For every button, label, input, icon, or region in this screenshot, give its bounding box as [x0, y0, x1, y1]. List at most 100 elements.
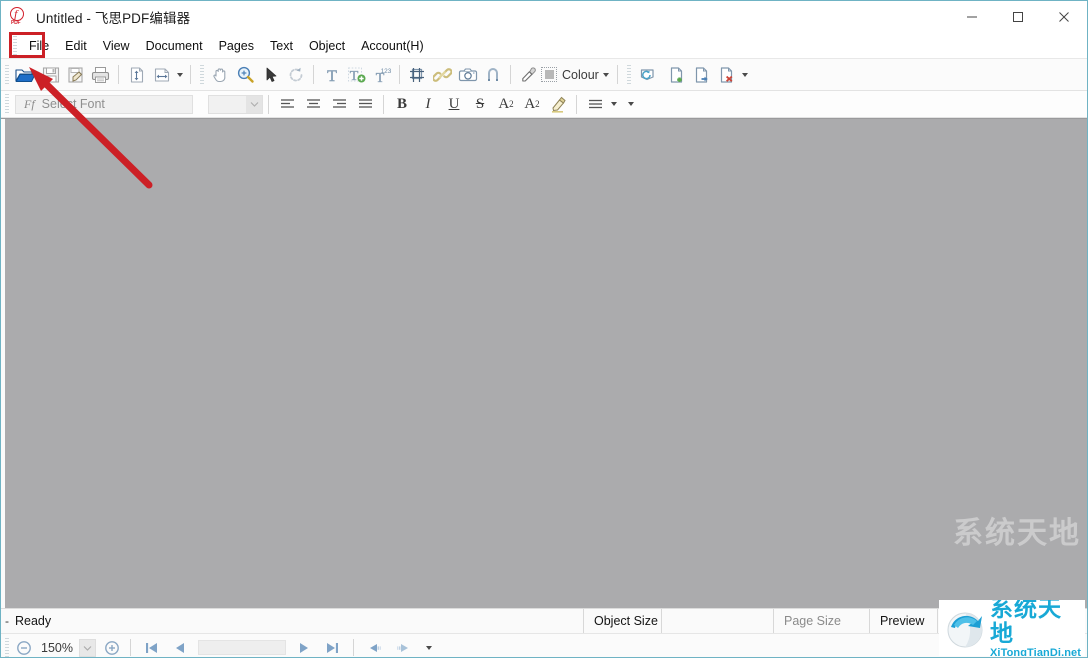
align-left-icon[interactable]: [274, 93, 300, 115]
eyedropper-icon[interactable]: [516, 63, 541, 87]
zoom-in-magnifier-icon[interactable]: [233, 63, 258, 87]
last-page-icon[interactable]: [318, 637, 346, 658]
navigation-bar: 150%: [1, 633, 1087, 658]
page-delete-icon[interactable]: [715, 63, 740, 87]
navbar-separator: [353, 639, 354, 656]
menubar-grip[interactable]: [13, 36, 17, 56]
format-toolbar-grip[interactable]: [5, 94, 9, 114]
page-size-label: Page Size: [773, 609, 869, 633]
navbar-separator: [130, 639, 131, 656]
maximize-icon[interactable]: [995, 1, 1041, 32]
menu-item-document[interactable]: Document: [138, 36, 211, 56]
window-controls: [949, 1, 1087, 32]
menu-bar: File Edit View Document Pages Text Objec…: [1, 33, 1087, 59]
align-center-icon[interactable]: [300, 93, 326, 115]
object-size-value: [661, 609, 773, 633]
font-size-chevron-down-icon[interactable]: [246, 96, 262, 113]
menu-item-account[interactable]: Account(H): [353, 36, 432, 56]
bold-icon[interactable]: B: [389, 93, 415, 115]
camera-snapshot-icon[interactable]: [455, 63, 480, 87]
line-spacing-chevron-down-icon[interactable]: [608, 92, 619, 116]
previous-view-icon[interactable]: [361, 637, 389, 658]
menu-item-pages[interactable]: Pages: [211, 36, 262, 56]
fit-height-icon[interactable]: [124, 63, 149, 87]
font-family-select[interactable]: Ff Select Font: [15, 95, 193, 114]
minimize-icon[interactable]: [949, 1, 995, 32]
zoom-in-icon[interactable]: [101, 637, 123, 658]
add-text-icon[interactable]: T: [344, 63, 369, 87]
text-tool-icon[interactable]: T: [319, 63, 344, 87]
pages-dropdown-chevron-down-icon[interactable]: [740, 63, 751, 87]
menu-item-view[interactable]: View: [95, 36, 138, 56]
save-as-icon[interactable]: [63, 63, 88, 87]
save-floppy-icon[interactable]: [38, 63, 63, 87]
navbar-grip[interactable]: [5, 638, 9, 658]
application-window: f PDF Untitled - 飞思PDF编辑器 File Edit View…: [0, 0, 1088, 658]
print-icon[interactable]: [88, 63, 113, 87]
svg-text:T: T: [350, 69, 359, 84]
toolbar-separator: [190, 65, 191, 84]
highlight-pen-icon[interactable]: [545, 93, 571, 115]
crop-icon[interactable]: [405, 63, 430, 87]
fit-dropdown-chevron-down-icon[interactable]: [174, 63, 185, 87]
subscript-icon[interactable]: A2: [519, 93, 545, 115]
toolbar-group-grip[interactable]: [200, 65, 204, 85]
menu-item-file[interactable]: File: [21, 36, 57, 56]
first-page-icon[interactable]: [138, 637, 166, 658]
pdf-app-icon: f PDF: [8, 6, 30, 28]
italic-icon[interactable]: I: [415, 93, 441, 115]
toolbar-separator: [268, 95, 269, 114]
align-justify-icon[interactable]: [352, 93, 378, 115]
format-toolbar: Ff Select Font: [1, 91, 1087, 118]
next-view-icon[interactable]: [389, 637, 417, 658]
line-spacing-icon[interactable]: [582, 93, 608, 115]
canvas-left-edge: [1, 119, 5, 608]
format-overflow-chevron-down-icon[interactable]: [625, 92, 636, 116]
menu-item-object[interactable]: Object: [301, 36, 353, 56]
next-page-icon[interactable]: [290, 637, 318, 658]
fit-width-icon[interactable]: [149, 63, 174, 87]
status-ready-text: Ready: [15, 614, 51, 628]
zoom-chevron-down-icon[interactable]: [79, 639, 96, 657]
font-placeholder-text: Select Font: [42, 97, 105, 111]
main-toolbar-grip[interactable]: [5, 65, 9, 85]
zoom-out-icon[interactable]: [13, 637, 35, 658]
toolbar-separator: [313, 65, 314, 84]
zoom-level-value[interactable]: 150%: [35, 641, 79, 655]
page-number-input[interactable]: [198, 640, 286, 655]
page-add-icon[interactable]: [665, 63, 690, 87]
navbar-overflow-chevron-down-icon[interactable]: [423, 636, 434, 658]
close-icon[interactable]: [1041, 1, 1087, 32]
toolbar-group-grip[interactable]: [627, 65, 631, 85]
colour-swatch[interactable]: [541, 67, 557, 82]
page-refresh-icon[interactable]: [635, 63, 665, 87]
open-folder-icon[interactable]: [13, 63, 38, 87]
colour-label: Colour: [562, 68, 599, 82]
text-order-icon[interactable]: T 123: [369, 63, 394, 87]
font-prefix-icon: Ff: [24, 97, 35, 112]
menu-item-text[interactable]: Text: [262, 36, 301, 56]
colour-dropdown-chevron-down-icon[interactable]: [601, 63, 612, 87]
magnet-icon[interactable]: [480, 63, 505, 87]
page-export-icon[interactable]: [690, 63, 715, 87]
rotate-undo-icon[interactable]: [283, 63, 308, 87]
title-bar: f PDF Untitled - 飞思PDF编辑器: [1, 1, 1087, 33]
select-cursor-icon[interactable]: [258, 63, 283, 87]
strikethrough-icon[interactable]: S: [467, 93, 493, 115]
globe-icon: [944, 607, 986, 649]
hand-pan-icon[interactable]: [208, 63, 233, 87]
link-icon[interactable]: [430, 63, 455, 87]
ghost-watermark-text: 系统天地: [953, 508, 1081, 552]
watermark-text-block: 系统天地 XiTongTianDi.net: [990, 600, 1085, 656]
underline-icon[interactable]: U: [441, 93, 467, 115]
watermark-english: XiTongTianDi.net: [990, 647, 1085, 657]
toolbar-separator: [576, 95, 577, 114]
align-right-icon[interactable]: [326, 93, 352, 115]
toolbar-separator: [118, 65, 119, 84]
font-size-select[interactable]: [208, 95, 263, 114]
main-toolbar: T T T 123: [1, 59, 1087, 91]
superscript-icon[interactable]: A2: [493, 93, 519, 115]
prev-page-icon[interactable]: [166, 637, 194, 658]
document-canvas[interactable]: 系统天地: [1, 118, 1087, 608]
menu-item-edit[interactable]: Edit: [57, 36, 95, 56]
